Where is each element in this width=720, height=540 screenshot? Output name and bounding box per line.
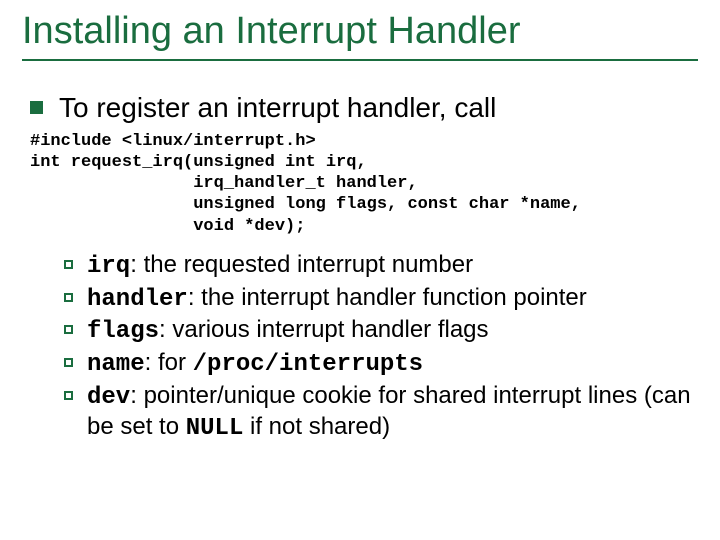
item-colon: : [145,349,158,376]
item-term: flags [87,318,159,345]
slide-title: Installing an Interrupt Handler [22,10,698,53]
item-text: name: for /proc/interrupts [87,349,423,380]
square-outline-icon [64,325,73,334]
sub-bullet-list: irq: the requested interrupt number hand… [64,251,698,444]
item-colon: : [130,382,143,409]
item-desc: the interrupt handler function pointer [201,284,587,311]
square-outline-icon [64,293,73,302]
title-rule [22,59,698,61]
bullet-level1: To register an interrupt handler, call [30,91,698,125]
item-term: name [87,351,145,378]
square-outline-icon [64,260,73,269]
lead-text: To register an interrupt handler, call [59,91,496,125]
item-text: handler: the interrupt handler function … [87,284,587,315]
item-colon: : [188,284,201,311]
list-item: dev: pointer/unique cookie for shared in… [64,382,698,444]
slide: Installing an Interrupt Handler To regis… [0,0,720,540]
item-desc: various interrupt handler flags [172,316,488,343]
item-mono2: NULL [186,415,244,442]
code-block: #include <linux/interrupt.h> int request… [30,131,698,237]
item-desc: for [158,349,193,376]
item-colon: : [159,316,172,343]
square-outline-icon [64,391,73,400]
item-colon: : [130,251,143,278]
list-item: flags: various interrupt handler flags [64,316,698,347]
item-desc2: if not shared) [243,413,390,440]
item-term: irq [87,253,130,280]
item-text: dev: pointer/unique cookie for shared in… [87,382,698,444]
item-desc: the requested interrupt number [144,251,474,278]
item-term: handler [87,286,188,313]
item-mono2: /proc/interrupts [193,351,423,378]
square-filled-icon [30,101,43,114]
list-item: handler: the interrupt handler function … [64,284,698,315]
item-text: flags: various interrupt handler flags [87,316,489,347]
list-item: name: for /proc/interrupts [64,349,698,380]
square-outline-icon [64,358,73,367]
list-item: irq: the requested interrupt number [64,251,698,282]
item-text: irq: the requested interrupt number [87,251,473,282]
item-term: dev [87,384,130,411]
